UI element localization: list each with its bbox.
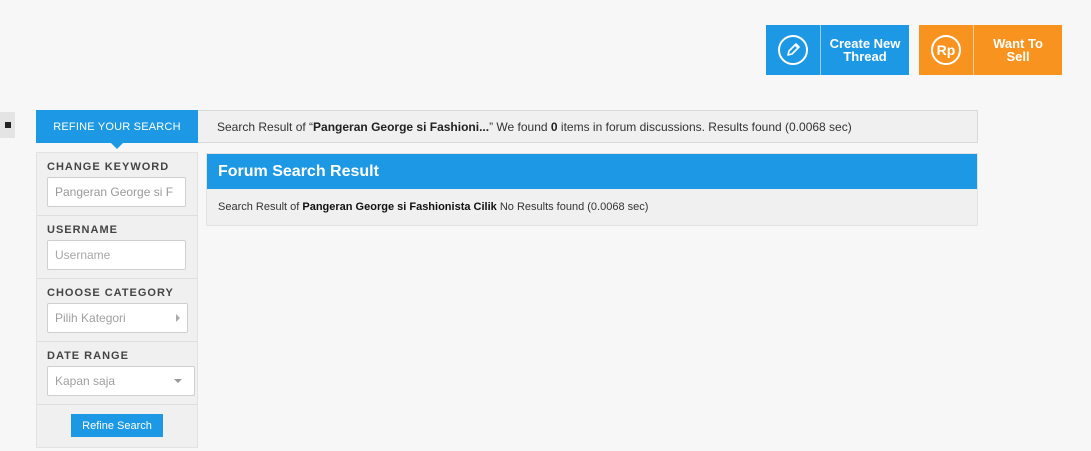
summary-suffix: items in forum discussions. Results foun… bbox=[557, 119, 852, 134]
menu-toggle[interactable] bbox=[0, 112, 15, 138]
want-to-sell-label: Want To Sell bbox=[993, 36, 1043, 64]
date-range-group: DATE RANGE Kapan saja bbox=[37, 342, 197, 405]
chevron-right-icon bbox=[176, 314, 180, 322]
summary-keyword: Pangeran George si Fashioni... bbox=[313, 119, 490, 134]
search-summary-bar: REFINE YOUR SEARCH Search Result of “Pan… bbox=[36, 110, 978, 149]
keyword-label: CHANGE KEYWORD bbox=[47, 161, 170, 173]
search-summary-text: Search Result of “Pangeran George si Fas… bbox=[217, 120, 852, 134]
result-suffix: No Results found (0.0068 sec) bbox=[496, 201, 649, 213]
category-select-value: Pilih Kategori bbox=[55, 311, 126, 325]
date-range-label: DATE RANGE bbox=[47, 350, 129, 362]
hamburger-icon bbox=[4, 122, 11, 128]
pencil-icon bbox=[778, 35, 808, 65]
username-label: USERNAME bbox=[47, 224, 118, 236]
summary-middle: ” We found bbox=[489, 119, 551, 134]
refine-search-button[interactable]: Refine Search bbox=[71, 414, 163, 437]
date-range-select-value: Kapan saja bbox=[55, 374, 116, 388]
refine-button-wrap: Refine Search bbox=[37, 405, 197, 437]
summary-count: 0 bbox=[550, 119, 558, 134]
create-thread-label: Create New Thread bbox=[829, 36, 901, 64]
create-thread-icon-wrap bbox=[766, 25, 821, 75]
rupiah-icon: Rp bbox=[931, 35, 961, 65]
refine-your-search-tab[interactable]: REFINE YOUR SEARCH bbox=[36, 110, 198, 149]
chevron-down-icon bbox=[174, 379, 182, 383]
category-group: CHOOSE CATEGORY Pilih Kategori bbox=[37, 279, 197, 342]
date-range-select[interactable]: Kapan saja bbox=[47, 366, 195, 396]
category-label: CHOOSE CATEGORY bbox=[47, 287, 174, 299]
want-to-sell-button[interactable]: Rp Want To Sell bbox=[919, 25, 1062, 75]
refine-sidebar: CHANGE KEYWORD USERNAME CHOOSE CATEGORY … bbox=[36, 152, 198, 448]
forum-search-result-panel: Forum Search Result Search Result of Pan… bbox=[206, 153, 978, 226]
username-input[interactable] bbox=[47, 240, 186, 270]
category-select[interactable]: Pilih Kategori bbox=[47, 303, 188, 333]
result-keyword: Pangeran George si Fashionista Cilik bbox=[302, 201, 497, 213]
summary-prefix: Search Result of “ bbox=[217, 119, 314, 134]
result-prefix: Search Result of bbox=[218, 201, 303, 213]
result-title: Forum Search Result bbox=[207, 154, 977, 189]
keyword-input[interactable] bbox=[47, 177, 186, 207]
result-message: Search Result of Pangeran George si Fash… bbox=[207, 189, 977, 213]
username-group: USERNAME bbox=[37, 216, 197, 279]
create-thread-button[interactable]: Create New Thread bbox=[766, 25, 909, 75]
keyword-group: CHANGE KEYWORD bbox=[37, 153, 197, 216]
want-to-sell-icon-wrap: Rp bbox=[919, 25, 974, 75]
